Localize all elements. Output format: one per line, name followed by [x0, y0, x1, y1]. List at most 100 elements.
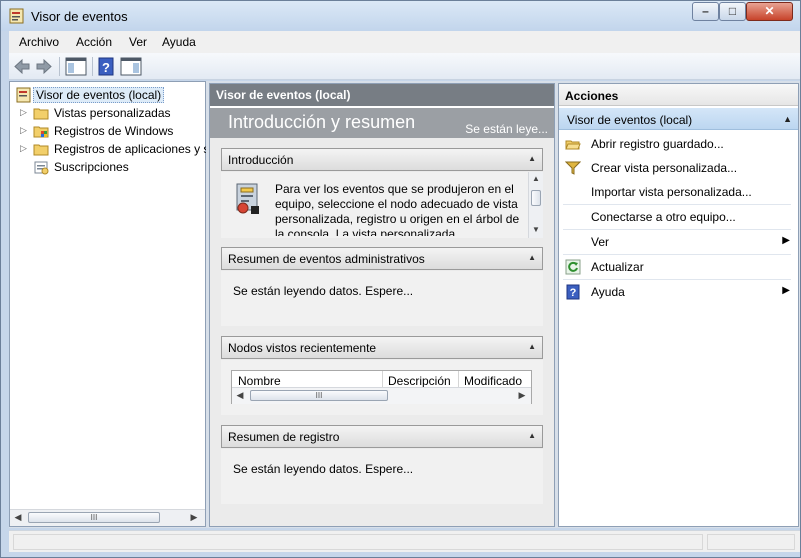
maximize-button[interactable]: □	[719, 2, 746, 21]
column-header-name[interactable]: Nombre	[238, 374, 378, 387]
column-divider[interactable]	[382, 371, 383, 387]
scroll-down-icon[interactable]: ▼	[529, 225, 543, 234]
forward-icon[interactable]	[35, 57, 53, 76]
action-open-saved-log[interactable]: Abrir registro guardado...	[559, 132, 798, 156]
action-import-custom-view[interactable]: Importar vista personalizada...	[559, 180, 798, 204]
close-button[interactable]: ✕	[746, 2, 793, 21]
minimize-button[interactable]: –	[692, 2, 719, 21]
collapse-icon[interactable]: ▲	[528, 431, 536, 440]
scroll-left-icon[interactable]: ◀	[234, 390, 246, 401]
action-help[interactable]: ? Ayuda ▶	[559, 280, 798, 304]
toolbar-separator	[92, 57, 93, 76]
expand-arrow-icon[interactable]: ▷	[20, 107, 28, 117]
title-bar[interactable]: Visor de eventos – □ ✕	[1, 1, 800, 31]
section-log-summary-header[interactable]: Resumen de registro ▲	[221, 425, 543, 448]
overview-banner: Introducción y resumen Se están leye...	[210, 108, 554, 138]
section-title: Introducción	[228, 153, 294, 167]
scroll-up-icon[interactable]: ▲	[529, 174, 543, 183]
expand-arrow-icon[interactable]: ▷	[20, 125, 28, 135]
scrollbar-thumb[interactable]	[531, 190, 541, 206]
action-label: Ayuda	[591, 285, 625, 299]
scrollbar-grip: III	[90, 513, 98, 522]
submenu-arrow-icon: ▶	[782, 285, 790, 296]
event-viewer-window: Visor de eventos – □ ✕ Archivo Acción Ve…	[0, 0, 801, 558]
status-cell	[13, 534, 703, 550]
help-icon: ?	[566, 284, 580, 300]
intro-vertical-scrollbar[interactable]: ▲ ▼	[528, 172, 543, 238]
column-divider[interactable]	[458, 371, 459, 387]
collapse-icon[interactable]: ▲	[528, 253, 536, 262]
menu-archivo[interactable]: Archivo	[19, 35, 59, 49]
tree-item-label: Vistas personalizadas	[54, 106, 171, 120]
column-header-description[interactable]: Descripción	[388, 374, 458, 387]
menu-accion[interactable]: Acción	[76, 35, 112, 49]
action-pane-icon[interactable]	[120, 57, 142, 76]
menu-ver[interactable]: Ver	[129, 35, 147, 49]
loading-text: Se están leyendo datos. Espere...	[233, 284, 414, 298]
scrollbar-thumb[interactable]: III	[250, 390, 388, 401]
center-pane: Visor de eventos (local) Introducción y …	[209, 83, 555, 527]
event-viewer-icon	[9, 8, 24, 24]
action-label: Abrir registro guardado...	[591, 137, 724, 151]
window-title: Visor de eventos	[31, 9, 128, 24]
tree-item-windows-logs[interactable]: ▷ Registros de Windows	[10, 122, 206, 140]
expand-arrow-icon[interactable]: ▷	[20, 143, 28, 153]
center-header-title: Visor de eventos (local)	[216, 88, 351, 102]
refresh-icon	[565, 259, 581, 275]
tree-item-app-logs[interactable]: ▷ Registros de aplicaciones y s	[10, 140, 206, 158]
loading-text: Se están leyendo datos. Espere...	[233, 462, 414, 476]
tree-horizontal-scrollbar[interactable]: ◀ III ▶	[10, 509, 205, 526]
intro-text: Para ver los eventos que se produjeron e…	[275, 182, 520, 236]
section-recent-nodes-header[interactable]: Nodos vistos recientemente ▲	[221, 336, 543, 359]
recent-nodes-list[interactable]: Nombre Descripción Modificado ◀ III ▶	[231, 370, 532, 404]
section-title: Nodos vistos recientemente	[228, 341, 377, 355]
tree-item-local[interactable]: Visor de eventos (local)	[10, 86, 200, 104]
scroll-left-icon[interactable]: ◀	[12, 512, 24, 523]
console-tree: Visor de eventos (local) ▷ Vistas person…	[9, 81, 206, 527]
status-bar	[9, 530, 800, 552]
action-connect-computer[interactable]: Conectarse a otro equipo...	[559, 205, 798, 229]
actions-title: Acciones	[559, 84, 798, 106]
section-title: Resumen de registro	[228, 430, 340, 444]
section-title: Resumen de eventos administrativos	[228, 252, 425, 266]
overview-title: Introducción y resumen	[228, 112, 416, 132]
center-header: Visor de eventos (local)	[210, 84, 554, 106]
help-icon[interactable]: ?	[98, 57, 114, 76]
toolbar-separator	[59, 57, 60, 76]
filter-icon	[565, 161, 581, 175]
action-label: Conectarse a otro equipo...	[591, 210, 736, 224]
recent-nodes-horizontal-scrollbar[interactable]: ◀ III ▶	[232, 387, 531, 404]
action-refresh[interactable]: Actualizar	[559, 255, 798, 279]
svg-text:?: ?	[570, 287, 577, 299]
actions-group-title: Visor de eventos (local)	[567, 113, 693, 127]
tree-item-custom-views[interactable]: ▷ Vistas personalizadas	[10, 104, 206, 122]
section-recent-nodes-body: Nombre Descripción Modificado ◀ III ▶	[221, 360, 543, 415]
collapse-icon[interactable]: ▲	[528, 342, 536, 351]
open-folder-icon	[565, 140, 581, 150]
section-intro-header[interactable]: Introducción ▲	[221, 148, 543, 171]
column-header-modified[interactable]: Modificado	[464, 374, 530, 387]
status-cell	[707, 534, 795, 550]
menu-bar: Archivo Acción Ver Ayuda	[9, 31, 800, 53]
action-label: Importar vista personalizada...	[591, 185, 752, 199]
collapse-icon[interactable]: ▲	[528, 154, 536, 163]
section-admin-summary-body: Se están leyendo datos. Espere...	[221, 271, 543, 326]
action-view[interactable]: Ver ▶	[559, 230, 798, 254]
menu-ayuda[interactable]: Ayuda	[162, 35, 196, 49]
toolbar: ?	[9, 53, 800, 80]
action-create-custom-view[interactable]: Crear vista personalizada...	[559, 156, 798, 180]
actions-group-header[interactable]: Visor de eventos (local) ▲	[559, 108, 798, 130]
close-icon: ✕	[764, 4, 775, 18]
scroll-right-icon[interactable]: ▶	[188, 512, 200, 523]
section-admin-summary-header[interactable]: Resumen de eventos administrativos ▲	[221, 247, 543, 270]
console-tree-icon[interactable]	[65, 57, 87, 76]
tree-item-subscriptions[interactable]: Suscripciones	[10, 158, 206, 176]
center-body: Introducción ▲ Para ver los eventos que …	[210, 138, 554, 526]
overview-status: Se están leye...	[465, 122, 548, 136]
scroll-right-icon[interactable]: ▶	[516, 390, 528, 401]
action-label: Crear vista personalizada...	[591, 161, 738, 175]
scrollbar-grip: III	[315, 391, 323, 400]
back-icon[interactable]	[13, 57, 31, 76]
collapse-icon[interactable]: ▲	[783, 114, 792, 124]
scrollbar-thumb[interactable]: III	[28, 512, 160, 523]
